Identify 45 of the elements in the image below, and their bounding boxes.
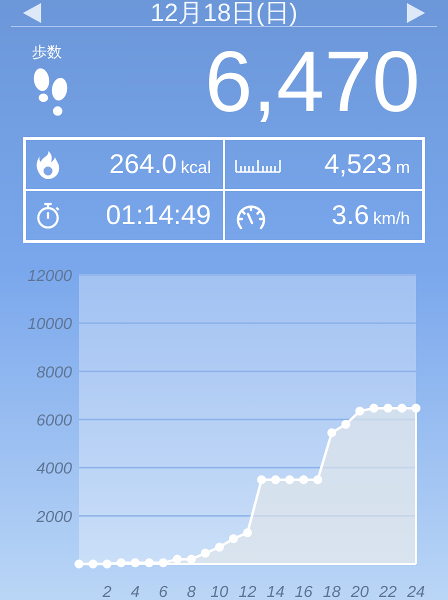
flame-icon [36,150,60,178]
x-axis-label: 4 [130,584,140,600]
data-point [285,475,294,484]
date-title: 12月18日(日) [150,0,298,26]
data-point [369,404,378,413]
data-point [327,428,336,438]
x-axis-label: 24 [407,584,425,600]
x-axis-label: 2 [102,584,112,600]
data-point [271,475,280,484]
y-axis-label: 4000 [36,460,72,478]
stat-value: 4,523 m [324,149,410,180]
y-axis-label: 2000 [36,508,72,526]
stat-value: 3.6 km/h [332,200,410,231]
data-point [214,542,224,552]
y-axis-label: 12000 [28,268,72,285]
x-axis-label: 16 [294,584,313,600]
data-point [383,404,392,413]
x-axis-label: 12 [238,584,256,600]
step-count: 6,470 [204,37,420,127]
stat-value: 01:14:49 [106,200,211,231]
data-point [257,475,266,484]
y-axis-label: 10000 [28,316,72,334]
data-point [228,534,238,544]
x-axis-label: 8 [186,584,196,600]
y-axis-label: 6000 [36,412,72,430]
x-axis-label: 20 [350,584,369,600]
stopwatch-icon [36,202,60,230]
x-axis-label: 14 [266,584,284,600]
y-axis-label: 8000 [36,364,72,382]
x-axis-label: 18 [322,584,341,600]
steps-label: 歩数 [32,45,63,61]
data-point [397,404,406,413]
data-point [341,420,350,429]
x-axis-label: 22 [379,584,397,600]
stat-value: 264.0 kcal [109,149,211,180]
data-point [243,528,252,538]
previous-arrow-icon[interactable] [22,3,42,23]
data-point [313,475,322,484]
data-point [200,548,210,558]
next-arrow-icon[interactable] [406,3,426,23]
x-axis-label: 6 [158,584,168,600]
data-point [355,406,364,416]
data-point [299,475,308,484]
footprints-icon [32,67,70,119]
x-axis-label: 10 [210,584,228,600]
